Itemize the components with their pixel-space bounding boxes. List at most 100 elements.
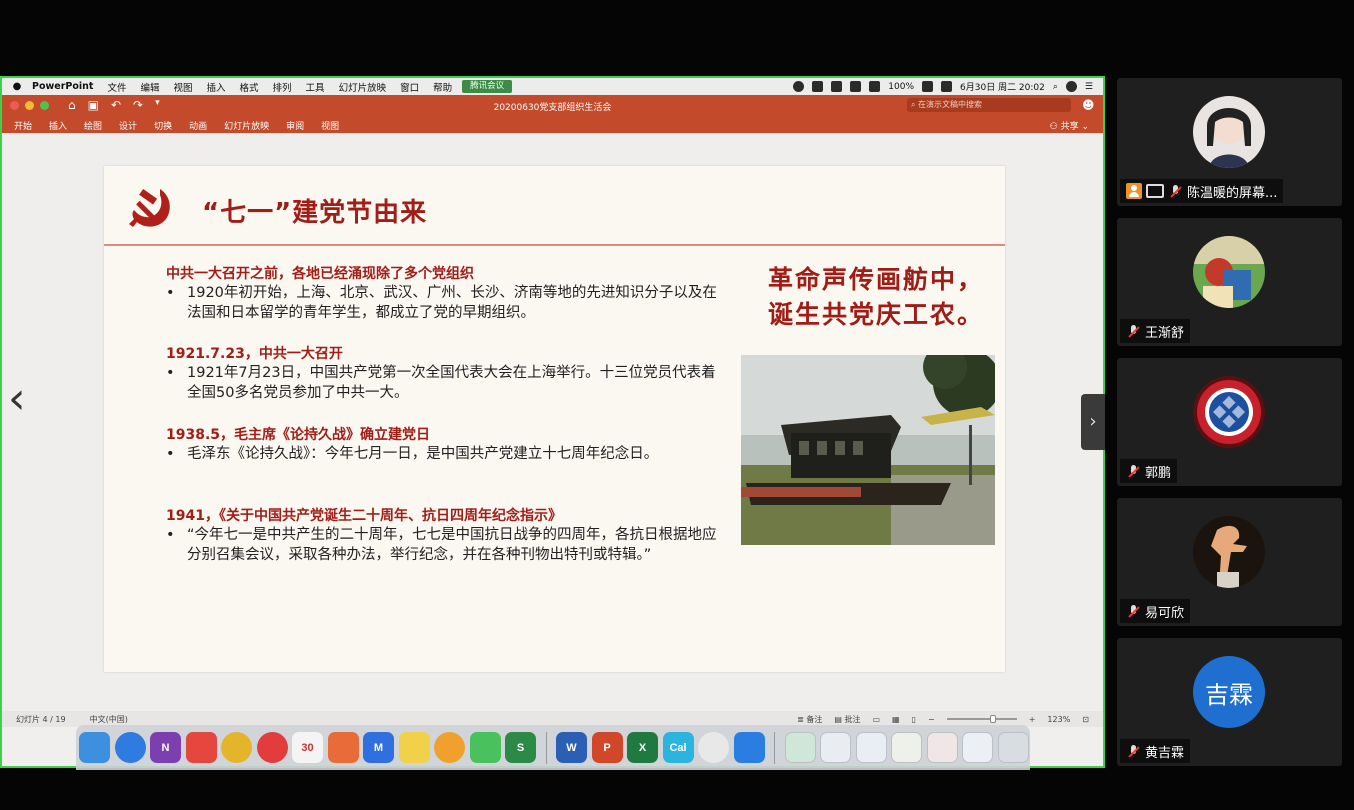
menubar-app-name[interactable]: PowerPoint [32,81,93,92]
language-indicator[interactable]: 中文(中国) [90,714,128,725]
search-input[interactable]: ⌕ 在演示文稿中搜索 [907,98,1071,112]
cloud-icon[interactable] [831,81,843,92]
menu-view[interactable]: 视图 [173,80,192,94]
apple-icon[interactable]: ● [12,81,22,92]
tab-transitions[interactable]: 切换 [154,119,172,132]
section-heading-3: 1938.5，毛主席《论持久战》确立建党日 [166,427,431,443]
tab-insert[interactable]: 插入 [49,119,67,132]
menu-file[interactable]: 文件 [107,80,126,94]
section-heading-4: 1941，《关于中国共产党诞生二十周年、抗日四周年纪念指示》 [166,508,562,524]
menu-edit[interactable]: 编辑 [140,80,159,94]
tab-draw[interactable]: 绘图 [84,119,102,132]
menu-format[interactable]: 格式 [240,80,259,94]
dock-doc-1-icon[interactable] [784,732,816,763]
menu-insert[interactable]: 插入 [207,80,226,94]
slide[interactable]: “七一”建党节由来 中共一大召开之前，各地已经涌现除了多个党组织 • 1920年… [104,166,1005,672]
dock-doc-6-icon[interactable] [962,732,993,763]
slide-canvas[interactable]: ‹ “七一”建党节由来 中共一大召开之前，各地已经涌现除了多个党组织 • 192… [2,133,1103,711]
scrivener-icon[interactable]: S [505,732,536,763]
photos-icon[interactable] [434,732,465,763]
netease-music-icon[interactable] [256,732,288,763]
zoom-out-icon[interactable]: − [928,715,935,724]
bullet: • [166,527,175,543]
red-boat-photo [741,355,995,545]
mic-muted-icon [1126,744,1141,759]
status-bar-right: ≣ 备注 ▤ 批注 ▭ ▦ ▯ − + 123% ⊡ [797,714,1089,725]
comments-button[interactable]: ▤ 批注 [834,714,860,725]
dock-doc-2-icon[interactable] [820,732,851,763]
share-button[interactable]: ⚇ 共享 ⌄ [1050,119,1089,132]
dock-doc-4-icon[interactable] [891,732,922,763]
participant-tile[interactable]: 郭鹏 [1117,358,1342,486]
powerpoint-icon[interactable]: P [591,732,623,763]
battery-level[interactable]: 100% [888,82,914,92]
clock-icon[interactable] [698,732,729,763]
notes-icon: ≣ [797,714,807,724]
participant-initials-avatar: 吉霖 [1193,656,1265,728]
share-label: 共享 [1060,121,1079,132]
participant-name-bar: 王渐舒 [1120,319,1191,343]
finder-icon[interactable] [79,732,110,763]
tab-design[interactable]: 设计 [119,119,137,132]
calendar-icon[interactable]: 30 [292,732,323,763]
keynote-remote-icon[interactable] [327,732,359,763]
zoom-slider[interactable] [946,715,1017,723]
participant-tile[interactable]: 王渐舒 [1117,218,1342,346]
send-icon[interactable] [812,81,824,92]
status-app-icon[interactable] [793,81,805,92]
participant-avatar [1193,516,1265,588]
previous-slide-arrow-icon[interactable]: ‹ [8,371,38,427]
meeting-badge[interactable]: 腾讯会议 [462,80,513,93]
tab-view[interactable]: 视图 [321,119,339,132]
dock-doc-5-icon[interactable] [926,732,958,763]
profile-icon[interactable]: ☻ [1082,98,1095,112]
zoom-slider-knob[interactable] [989,715,996,723]
tab-animations[interactable]: 动画 [189,119,207,132]
safari-icon[interactable] [114,732,146,763]
slide-counter[interactable]: 幻灯片 4 / 19 [16,714,66,725]
participant-tile[interactable]: 易可欣 [1117,498,1342,626]
clock-text[interactable]: 6月30日 周二 20:02 [960,80,1045,93]
mac-dock: N 30 M S W P X Cal [76,725,1030,770]
tencent-meeting-icon[interactable] [733,732,765,763]
onenote-icon[interactable]: N [150,732,181,763]
dock-doc-3-icon[interactable] [855,732,887,763]
menubar-status-area: 100% 6月30日 周二 20:02 ⌕ ☰ [793,78,1093,95]
zoom-level[interactable]: 123% [1047,715,1070,724]
participant-tile[interactable]: 陈温暖的屏幕... [1117,78,1342,206]
input-method-icon[interactable] [941,81,953,92]
slide-sorter-icon[interactable]: ▦ [892,715,900,724]
menu-slideshow[interactable]: 幻灯片放映 [339,80,387,94]
wechat-status-icon[interactable] [850,81,862,92]
battery-icon[interactable] [922,81,934,92]
mweb-icon[interactable]: M [363,732,394,763]
menu-arrange[interactable]: 排列 [273,80,292,94]
pdf-expert-icon[interactable] [185,732,217,763]
notes-icon[interactable] [398,732,430,763]
notes-button[interactable]: ≣ 备注 [797,714,822,725]
wechat-icon[interactable] [469,732,501,763]
chrome-icon[interactable] [221,732,252,763]
tab-review[interactable]: 审阅 [286,119,304,132]
siri-icon[interactable] [1065,81,1077,92]
cal-app-icon[interactable]: Cal [662,732,694,763]
control-center-icon[interactable]: ☰ [1085,82,1093,92]
reading-view-icon[interactable]: ▯ [912,715,916,724]
bullet: • [166,285,175,301]
tab-slideshow[interactable]: 幻灯片放映 [224,119,269,132]
word-icon[interactable]: W [556,732,587,763]
trash-icon[interactable] [997,732,1029,763]
participant-tile[interactable]: 吉霖 黄吉霖 [1117,638,1342,766]
slide-title: “七一”建党节由来 [202,198,428,228]
menu-help[interactable]: 帮助 [433,80,452,94]
wifi-icon[interactable] [869,81,881,92]
menu-window[interactable]: 窗口 [400,80,419,94]
excel-icon[interactable]: X [627,732,658,763]
tab-home[interactable]: 开始 [14,119,32,132]
zoom-in-icon[interactable]: + [1029,715,1036,724]
fit-to-window-icon[interactable]: ⊡ [1082,715,1089,724]
spotlight-icon[interactable]: ⌕ [1053,82,1058,92]
normal-view-icon[interactable]: ▭ [872,715,880,724]
next-page-arrow-icon[interactable]: › [1081,394,1105,450]
menu-tools[interactable]: 工具 [306,80,325,94]
